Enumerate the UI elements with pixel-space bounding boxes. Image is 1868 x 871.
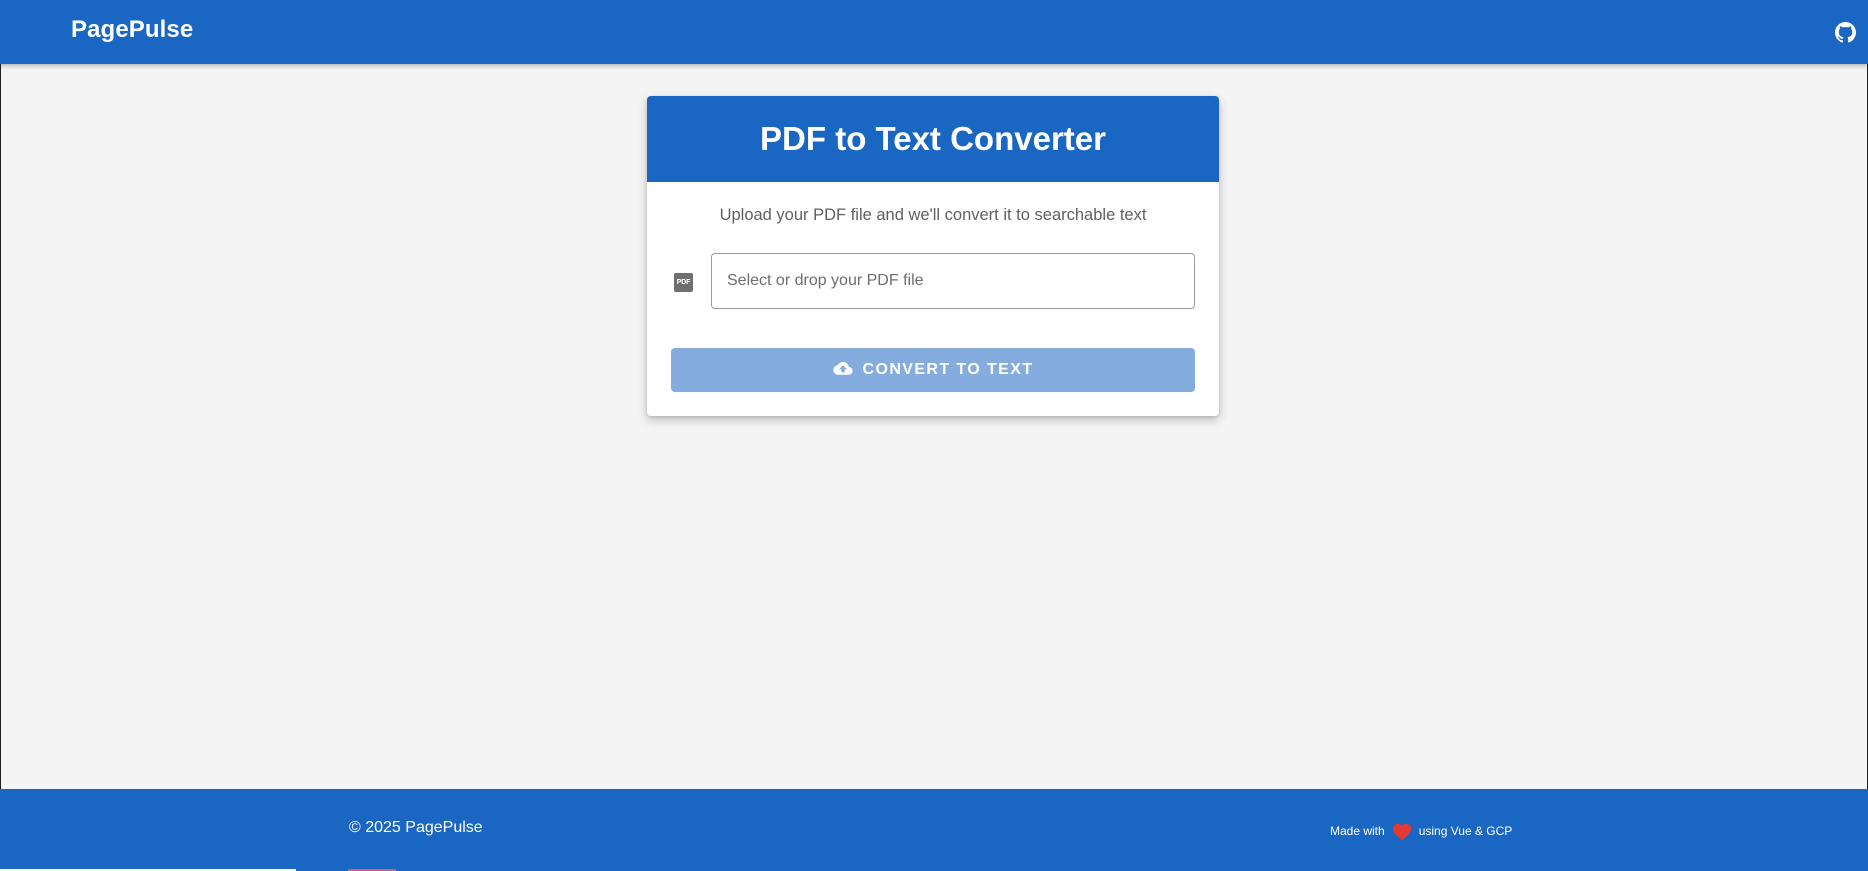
- pdf-icon-label: PDF: [676, 279, 691, 286]
- heart-icon: [1392, 823, 1411, 841]
- convert-to-text-button[interactable]: CONVERT TO TEXT: [671, 348, 1195, 392]
- github-link[interactable]: [1832, 19, 1858, 45]
- card-header: PDF to Text Converter: [647, 96, 1219, 182]
- made-with-credit: Made with using Vue & GCP: [1330, 821, 1512, 841]
- app-bar: PagePulse: [0, 0, 1868, 64]
- pdf-file-icon[interactable]: PDF: [674, 273, 693, 292]
- card-subtitle: Upload your PDF file and we'll convert i…: [719, 206, 1147, 224]
- made-with-suffix: using Vue & GCP: [1418, 824, 1513, 838]
- cloud-upload-icon: [832, 362, 853, 375]
- file-input-placeholder: Select or drop your PDF file: [727, 272, 924, 289]
- converter-card: PDF to Text Converter Upload your PDF fi…: [647, 96, 1219, 416]
- github-icon: [1834, 21, 1856, 42]
- brand-logo[interactable]: PagePulse: [71, 16, 193, 44]
- made-with-prefix: Made with: [1330, 824, 1385, 838]
- footer: © 2025 PagePulse Made with using Vue & G…: [0, 789, 1868, 871]
- footer-copyright: © 2025 PagePulse: [349, 819, 483, 836]
- pdf-file-input[interactable]: Select or drop your PDF file: [711, 253, 1195, 309]
- card-title: PDF to Text Converter: [760, 120, 1106, 157]
- convert-button-label: CONVERT TO TEXT: [862, 361, 1034, 378]
